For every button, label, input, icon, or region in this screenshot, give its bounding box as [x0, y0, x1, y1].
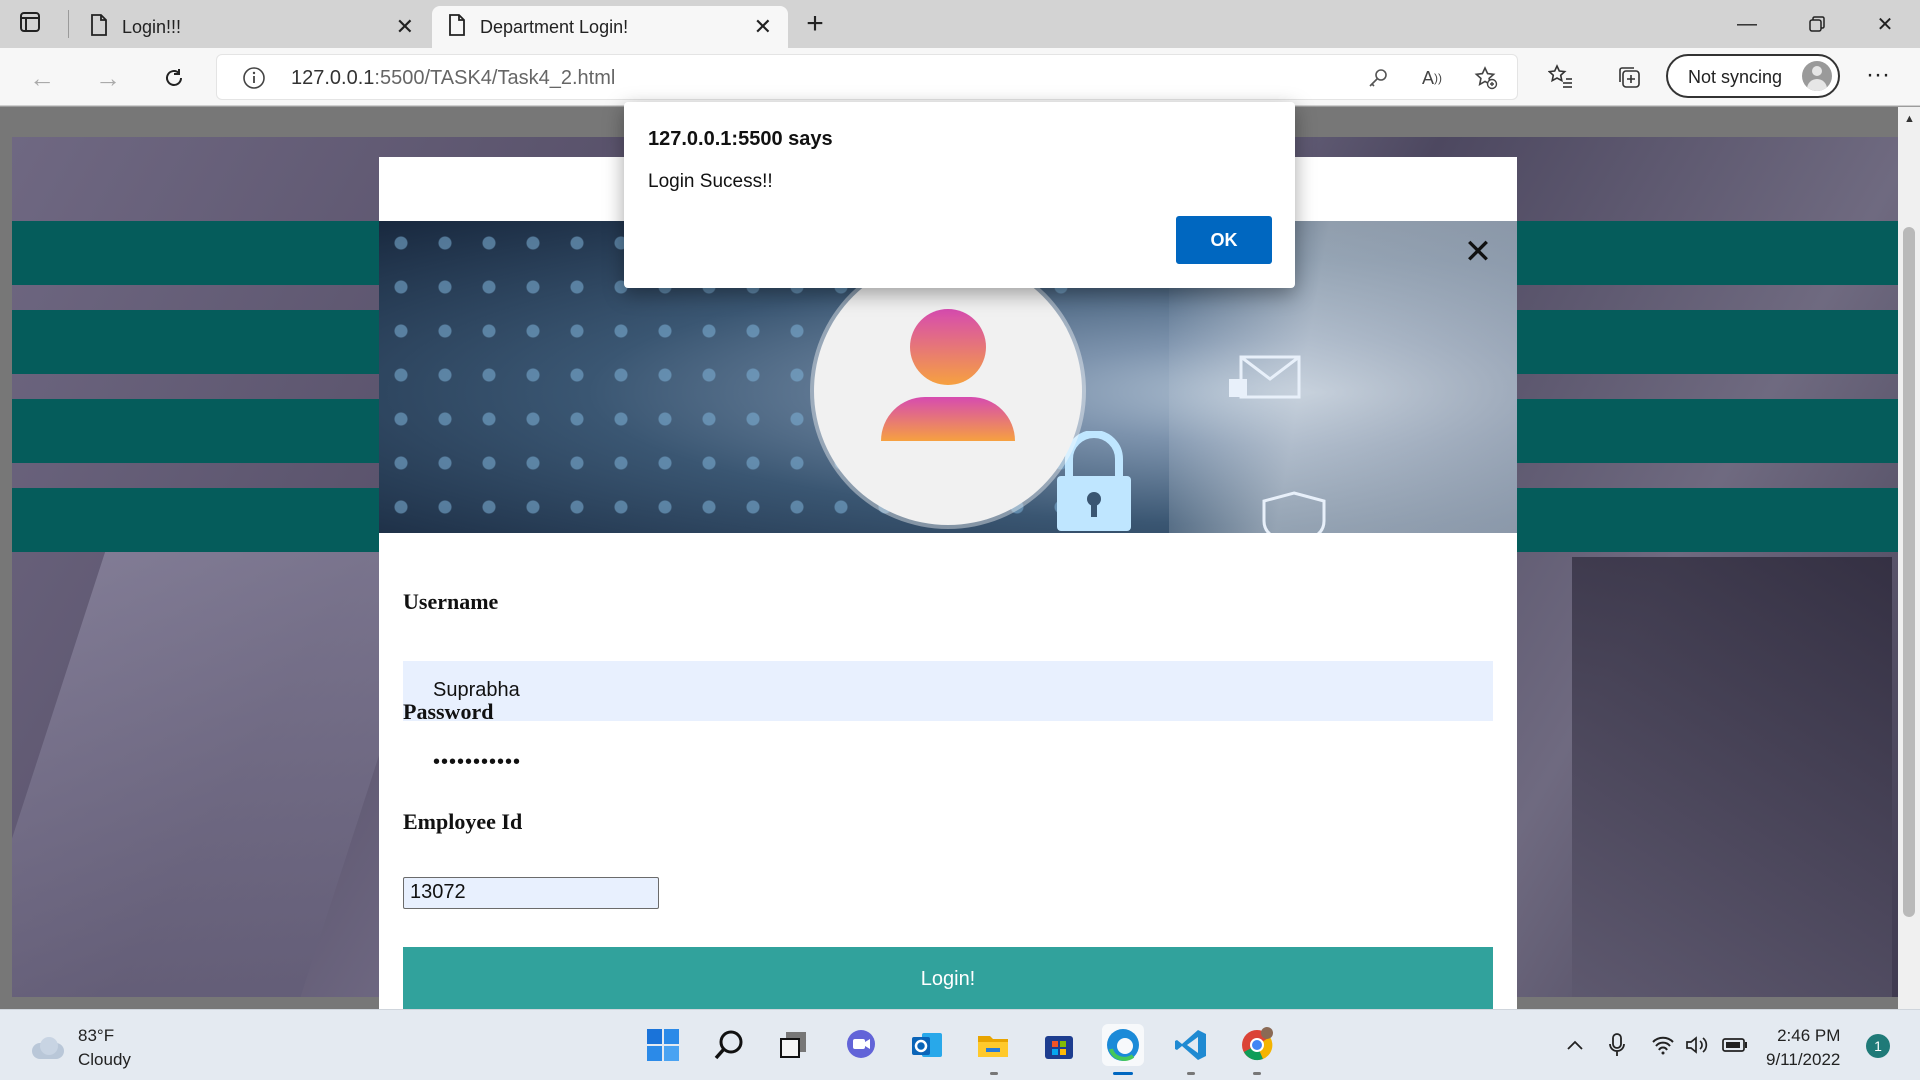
stripe [1517, 221, 1898, 285]
file-explorer-icon[interactable] [972, 1024, 1014, 1066]
shield-icon [1262, 491, 1326, 533]
tab-strip: Login!!! ✕ Department Login! ✕ + — ✕ [0, 0, 1920, 48]
tab-label: Department Login! [480, 16, 629, 37]
username-input[interactable]: Suprabha [403, 661, 1493, 721]
back-icon[interactable]: ← [24, 60, 60, 96]
stripe [12, 310, 379, 374]
background-shadow [1572, 557, 1892, 997]
stripe [1517, 488, 1898, 552]
close-tab-icon[interactable]: ✕ [396, 14, 414, 40]
sync-label: Not syncing [1688, 67, 1783, 87]
tab-label: Login!!! [122, 16, 182, 37]
url-host: 127.0.0.1 [291, 67, 375, 89]
battery-icon[interactable] [1722, 1032, 1748, 1058]
tab-department-login[interactable]: Department Login! ✕ [432, 6, 788, 48]
clock[interactable]: 2:46 PM 9/11/2022 [1766, 1024, 1840, 1072]
site-info-icon[interactable] [241, 65, 267, 91]
page-icon [90, 13, 108, 41]
close-modal-icon[interactable]: ✕ [1463, 235, 1493, 269]
search-icon[interactable] [708, 1024, 750, 1066]
show-hidden-icons-icon[interactable] [1562, 1032, 1588, 1058]
ok-button[interactable]: OK [1176, 216, 1272, 264]
edge-icon[interactable] [1102, 1024, 1144, 1066]
user-avatar [814, 257, 1082, 525]
teams-chat-icon[interactable] [840, 1024, 882, 1066]
page-icon [448, 13, 466, 41]
stripe [12, 488, 379, 552]
microphone-icon[interactable] [1604, 1032, 1630, 1058]
add-favorite-icon[interactable] [1473, 65, 1499, 91]
restore-icon[interactable] [1782, 0, 1852, 48]
password-input[interactable]: ••••••••••• [403, 725, 1493, 785]
running-indicator [1253, 1072, 1261, 1075]
stripe [12, 221, 379, 285]
taskbar: 83°F Cloudy 2:46 PM 9/11/2022 1 [0, 1009, 1920, 1080]
minimize-icon[interactable]: — [1712, 0, 1782, 48]
url-field[interactable]: 127.0.0.1:5500/TASK4/Task4_2.html A)) [216, 54, 1518, 100]
clock-date: 9/11/2022 [1766, 1050, 1841, 1069]
clock-time: 2:46 PM [1777, 1026, 1841, 1045]
stripe [12, 399, 379, 463]
user-avatar-body [881, 397, 1015, 441]
password-label: Password [403, 699, 494, 724]
username-label: Username [403, 589, 499, 614]
weather-widget[interactable]: 83°F Cloudy [28, 1024, 131, 1072]
page-scrollbar[interactable]: ▲ [1898, 107, 1920, 1009]
alert-message: Login Sucess!! [648, 171, 773, 192]
employee-id-input[interactable]: 13072 [403, 877, 659, 909]
url-text: 127.0.0.1:5500/TASK4/Task4_2.html [291, 67, 615, 90]
refresh-icon[interactable] [156, 60, 192, 96]
wifi-icon[interactable] [1650, 1032, 1676, 1058]
profile-sync-button[interactable]: Not syncing [1666, 54, 1840, 98]
address-bar-row: ← → 127.0.0.1:5500/TASK4/Task4_2.html A)… [0, 48, 1920, 106]
favorites-icon[interactable] [1546, 62, 1576, 92]
envelope-icon [1229, 355, 1301, 399]
url-path: :5500/TASK4/Task4_2.html [374, 67, 616, 89]
active-indicator [1113, 1072, 1133, 1075]
close-window-icon[interactable]: ✕ [1850, 0, 1920, 48]
scrollbar-thumb[interactable] [1903, 227, 1915, 917]
stripe [1517, 399, 1898, 463]
tab-login[interactable]: Login!!! ✕ [74, 6, 430, 48]
scroll-up-icon[interactable]: ▲ [1904, 113, 1915, 125]
forward-icon[interactable]: → [90, 60, 126, 96]
tab-actions-icon[interactable] [18, 10, 50, 38]
weather-desc: Cloudy [78, 1050, 131, 1069]
notification-badge[interactable]: 1 [1866, 1034, 1890, 1058]
vscode-icon[interactable] [1170, 1024, 1212, 1066]
read-aloud-icon[interactable]: A)) [1419, 65, 1445, 91]
running-indicator [1187, 1072, 1195, 1075]
running-indicator [990, 1072, 998, 1075]
outlook-icon[interactable] [906, 1024, 948, 1066]
more-menu-icon[interactable]: ··· [1860, 60, 1896, 96]
chrome-icon[interactable] [1236, 1024, 1278, 1066]
employee-id-label: Employee Id [403, 809, 523, 834]
close-tab-icon[interactable]: ✕ [754, 14, 772, 40]
new-tab-icon[interactable]: + [800, 6, 830, 42]
volume-icon[interactable] [1684, 1032, 1710, 1058]
password-key-icon[interactable] [1365, 65, 1391, 91]
start-icon[interactable] [642, 1024, 684, 1066]
task-view-icon[interactable] [772, 1024, 814, 1066]
user-avatar-head [910, 309, 986, 385]
stripe [1517, 310, 1898, 374]
login-button[interactable]: Login! [403, 947, 1493, 1009]
alert-title: 127.0.0.1:5500 says [648, 128, 833, 150]
collections-icon[interactable] [1614, 62, 1644, 92]
tab-separator [68, 10, 69, 38]
weather-temp: 83°F [78, 1026, 115, 1045]
profile-avatar-icon [1802, 61, 1832, 91]
alert-dialog: 127.0.0.1:5500 says Login Sucess!! OK [624, 102, 1295, 288]
store-icon[interactable] [1038, 1024, 1080, 1066]
cloud-icon [28, 1037, 66, 1059]
